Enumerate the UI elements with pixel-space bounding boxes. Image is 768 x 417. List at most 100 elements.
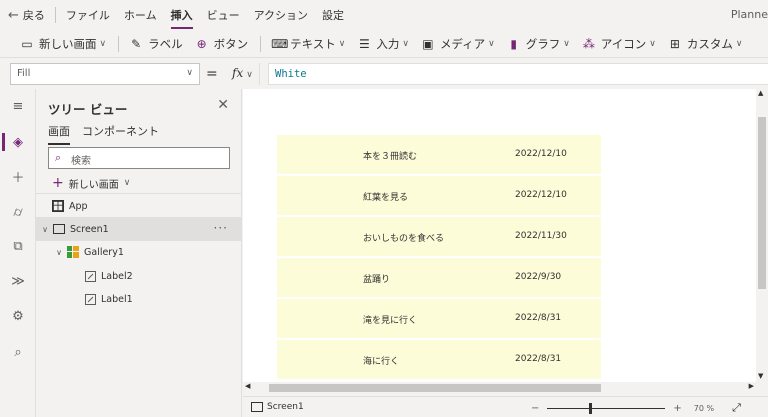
hamburger-menu-icon[interactable]: ≡ [0, 91, 36, 121]
input-button-label: 入力 [376, 36, 400, 51]
scroll-down-icon[interactable]: ▼ [758, 372, 763, 380]
gallery-row-title: 本を３冊読む [363, 152, 418, 162]
app-icon [52, 200, 64, 212]
gallery-row-date: 2022/11/30 [515, 231, 567, 241]
data-cylinder-icon[interactable]: ⌭ [0, 197, 36, 227]
chevron-down-icon: ∨ [123, 178, 131, 188]
button-button-label: ボタン [213, 36, 249, 51]
zoom-percent: 70 % [693, 403, 715, 413]
label-icon [84, 293, 96, 305]
plus-icon: + [52, 175, 64, 191]
zoom-slider[interactable] [547, 402, 666, 414]
gallery-row[interactable]: 本を３冊読む 2022/12/10 [277, 135, 601, 174]
menu-home[interactable]: ホーム [124, 7, 157, 23]
scroll-up-icon[interactable]: ▲ [758, 89, 763, 97]
menu-bar: ← 戻る ファイル ホーム 挿入 ビュー アクション 設定 Planne [0, 0, 768, 30]
horizontal-scrollbar[interactable]: ◀ ▶ [243, 382, 756, 394]
scroll-right-icon[interactable]: ▶ [749, 382, 754, 390]
fullscreen-expand-icon[interactable]: ⤢ [732, 401, 741, 415]
menu-insert[interactable]: 挿入 [170, 7, 193, 29]
custom-button[interactable]: ⊞ カスタム ∨ [668, 36, 743, 52]
search-placeholder: 検索 [71, 156, 91, 167]
vertical-scroll-thumb[interactable] [758, 117, 766, 289]
menu-file[interactable]: ファイル [66, 7, 110, 23]
text-button[interactable]: ⌨ テキスト ∨ [271, 36, 345, 52]
chevron-down-icon: ∨ [488, 38, 495, 49]
tree-node-screen1[interactable]: ∨ Screen1 ··· [36, 217, 242, 241]
search-icon[interactable]: ⌕ [0, 337, 36, 367]
close-icon[interactable]: ✕ [217, 97, 229, 113]
left-rail: ≡ ◈ ＋ ⌭ ⧉ ≫ ⚙ ⌕ [0, 89, 36, 417]
tree-view-title: ツリー ビュー [48, 102, 128, 117]
collapse-chevron-icon[interactable]: ∨ [54, 248, 64, 257]
zoom-slider-handle[interactable] [589, 402, 593, 414]
menu-settings[interactable]: 設定 [322, 7, 344, 23]
search-icon: ⌕ [55, 151, 62, 164]
screen-icon [53, 223, 65, 235]
gallery-row-date: 2022/9/30 [515, 272, 562, 282]
chevron-down-icon: ∨ [649, 38, 656, 49]
property-value: Fill [17, 68, 31, 79]
media-icon: ▣ [422, 36, 434, 51]
menu-view[interactable]: ビュー [207, 7, 240, 23]
media-icon[interactable]: ⧉ [0, 231, 36, 261]
collapse-chevron-icon[interactable]: ∨ [40, 225, 50, 234]
gallery-icon [67, 246, 79, 258]
gallery-row[interactable]: おいしものを食べる 2022/11/30 [277, 217, 601, 256]
gallery-row-date: 2022/8/31 [515, 313, 562, 323]
current-screen-name: Screen1 [267, 402, 304, 412]
tree-node-label: Screen1 [70, 223, 109, 235]
new-screen-button[interactable]: ▭ 新しい画面 ∨ [20, 36, 106, 52]
current-screen-selector[interactable]: Screen1 [251, 402, 304, 412]
tab-components[interactable]: コンポーネント [82, 123, 159, 145]
tree-search-input[interactable]: ⌕ 検索 [48, 147, 230, 169]
label-button-label: ラベル [148, 36, 183, 51]
tree-node-gallery1[interactable]: ∨ Gallery1 [36, 240, 242, 264]
gallery-row[interactable]: 海に行く 2022/8/31 [277, 340, 601, 379]
icons-button-label: アイコン [600, 36, 647, 51]
button-button[interactable]: ⊕ ボタン [195, 36, 249, 52]
equals-sign: = [206, 66, 218, 82]
app-name: Planne [730, 8, 768, 21]
label-button[interactable]: ✎ ラベル [129, 36, 183, 52]
insert-toolbar: ▭ 新しい画面 ∨ ✎ ラベル ⊕ ボタン ⌨ テキスト ∨ ☰ 入力 ∨ ▣ … [0, 30, 768, 57]
chart-button[interactable]: ▮ グラフ ∨ [507, 36, 569, 52]
scroll-left-icon[interactable]: ◀ [245, 382, 250, 390]
zoom-out-button[interactable]: − [531, 403, 539, 414]
gallery-row-title: 紅葉を見る [363, 193, 409, 203]
gallery-row[interactable]: 盆踊り 2022/9/30 [277, 258, 601, 297]
gallery-row[interactable]: 紅葉を見る 2022/12/10 [277, 176, 601, 215]
property-dropdown[interactable]: Fill ∨ [10, 63, 200, 85]
new-screen-menu[interactable]: + 新しい画面 ∨ [52, 175, 130, 191]
power-automate-icon[interactable]: ≫ [0, 266, 36, 296]
tree-tabs: 画面 コンポーネント [48, 123, 171, 145]
tree-node-label1[interactable]: Label1 [36, 287, 242, 311]
zoom-in-button[interactable]: + [673, 403, 681, 414]
screen-icon [251, 402, 263, 412]
more-options-icon[interactable]: ··· [214, 221, 228, 235]
icons-button[interactable]: ⁂ アイコン ∨ [582, 36, 656, 52]
media-button[interactable]: ▣ メディア ∨ [421, 36, 495, 52]
new-screen-label: 新しい画面 [39, 36, 97, 51]
label-icon: ✎ [131, 36, 142, 51]
tree-node-app[interactable]: App [36, 194, 242, 218]
design-canvas[interactable]: 本を３冊読む 2022/12/10 紅葉を見る 2022/12/10 おいしもの… [243, 89, 756, 382]
tree-node-label2[interactable]: Label2 [36, 264, 242, 288]
tree-view-layers-icon[interactable]: ◈ [0, 127, 36, 157]
formula-input[interactable]: White [268, 63, 768, 85]
input-button[interactable]: ☰ 入力 ∨ [357, 36, 409, 52]
gallery-row[interactable]: 滝を見に行く 2022/8/31 [277, 299, 601, 338]
back-button[interactable]: ← 戻る [8, 7, 45, 23]
chevron-down-icon: ∨ [246, 70, 253, 80]
screen-icon: ▭ [21, 36, 33, 51]
toolbar-divider [260, 35, 262, 52]
vertical-scrollbar[interactable]: ▲ ▼ [756, 89, 768, 382]
insert-plus-icon[interactable]: ＋ [0, 161, 36, 191]
fx-button[interactable]: fx ∨ [226, 63, 260, 85]
gallery1[interactable]: 本を３冊読む 2022/12/10 紅葉を見る 2022/12/10 おいしもの… [277, 135, 601, 381]
media-button-label: メディア [439, 36, 486, 51]
menu-action[interactable]: アクション [254, 7, 308, 23]
advanced-tools-icon[interactable]: ⚙ [0, 301, 36, 331]
horizontal-scroll-thumb[interactable] [269, 384, 601, 392]
tab-screens[interactable]: 画面 [48, 123, 70, 145]
